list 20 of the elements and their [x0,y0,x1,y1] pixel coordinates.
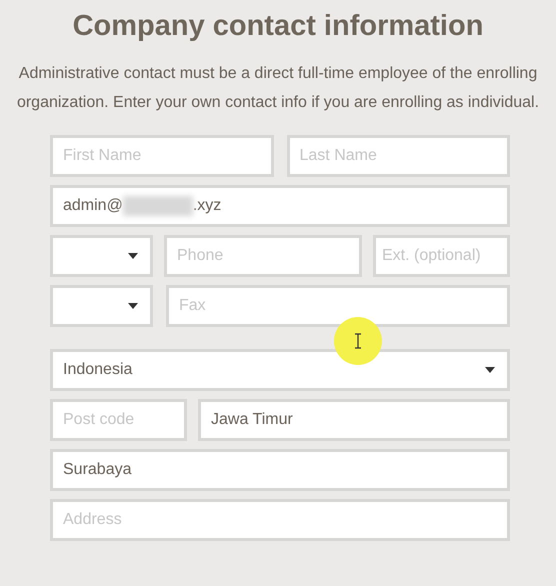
input-field[interactable]: Post code [50,399,187,441]
input-field[interactable]: Fax [166,285,510,327]
select-field[interactable] [50,235,153,277]
caret-icon [128,303,138,309]
input-field[interactable]: First Name [50,135,274,177]
caret-icon [485,367,495,373]
input-field[interactable]: Surabaya [50,449,510,491]
input-field[interactable]: Address [50,499,510,541]
input-field[interactable]: Phone [164,235,362,277]
email-field[interactable]: admin@ .xyz [50,185,510,227]
select-field[interactable] [50,285,153,327]
select-field[interactable]: Indonesia [50,349,510,391]
input-field[interactable]: Jawa Timur [198,399,510,441]
intro-text: Administrative contact must be a direct full-time employee of the enrolling organization. Enter your own contact info if you are enrolling as individual. [16,64,540,112]
caret-icon [128,253,138,259]
input-field[interactable]: Ext. (optional) [373,235,510,277]
text-cursor-icon [354,333,362,349]
input-field[interactable]: Last Name [286,135,510,177]
redaction-blur [122,196,193,216]
form-title: Company contact information [72,9,484,44]
